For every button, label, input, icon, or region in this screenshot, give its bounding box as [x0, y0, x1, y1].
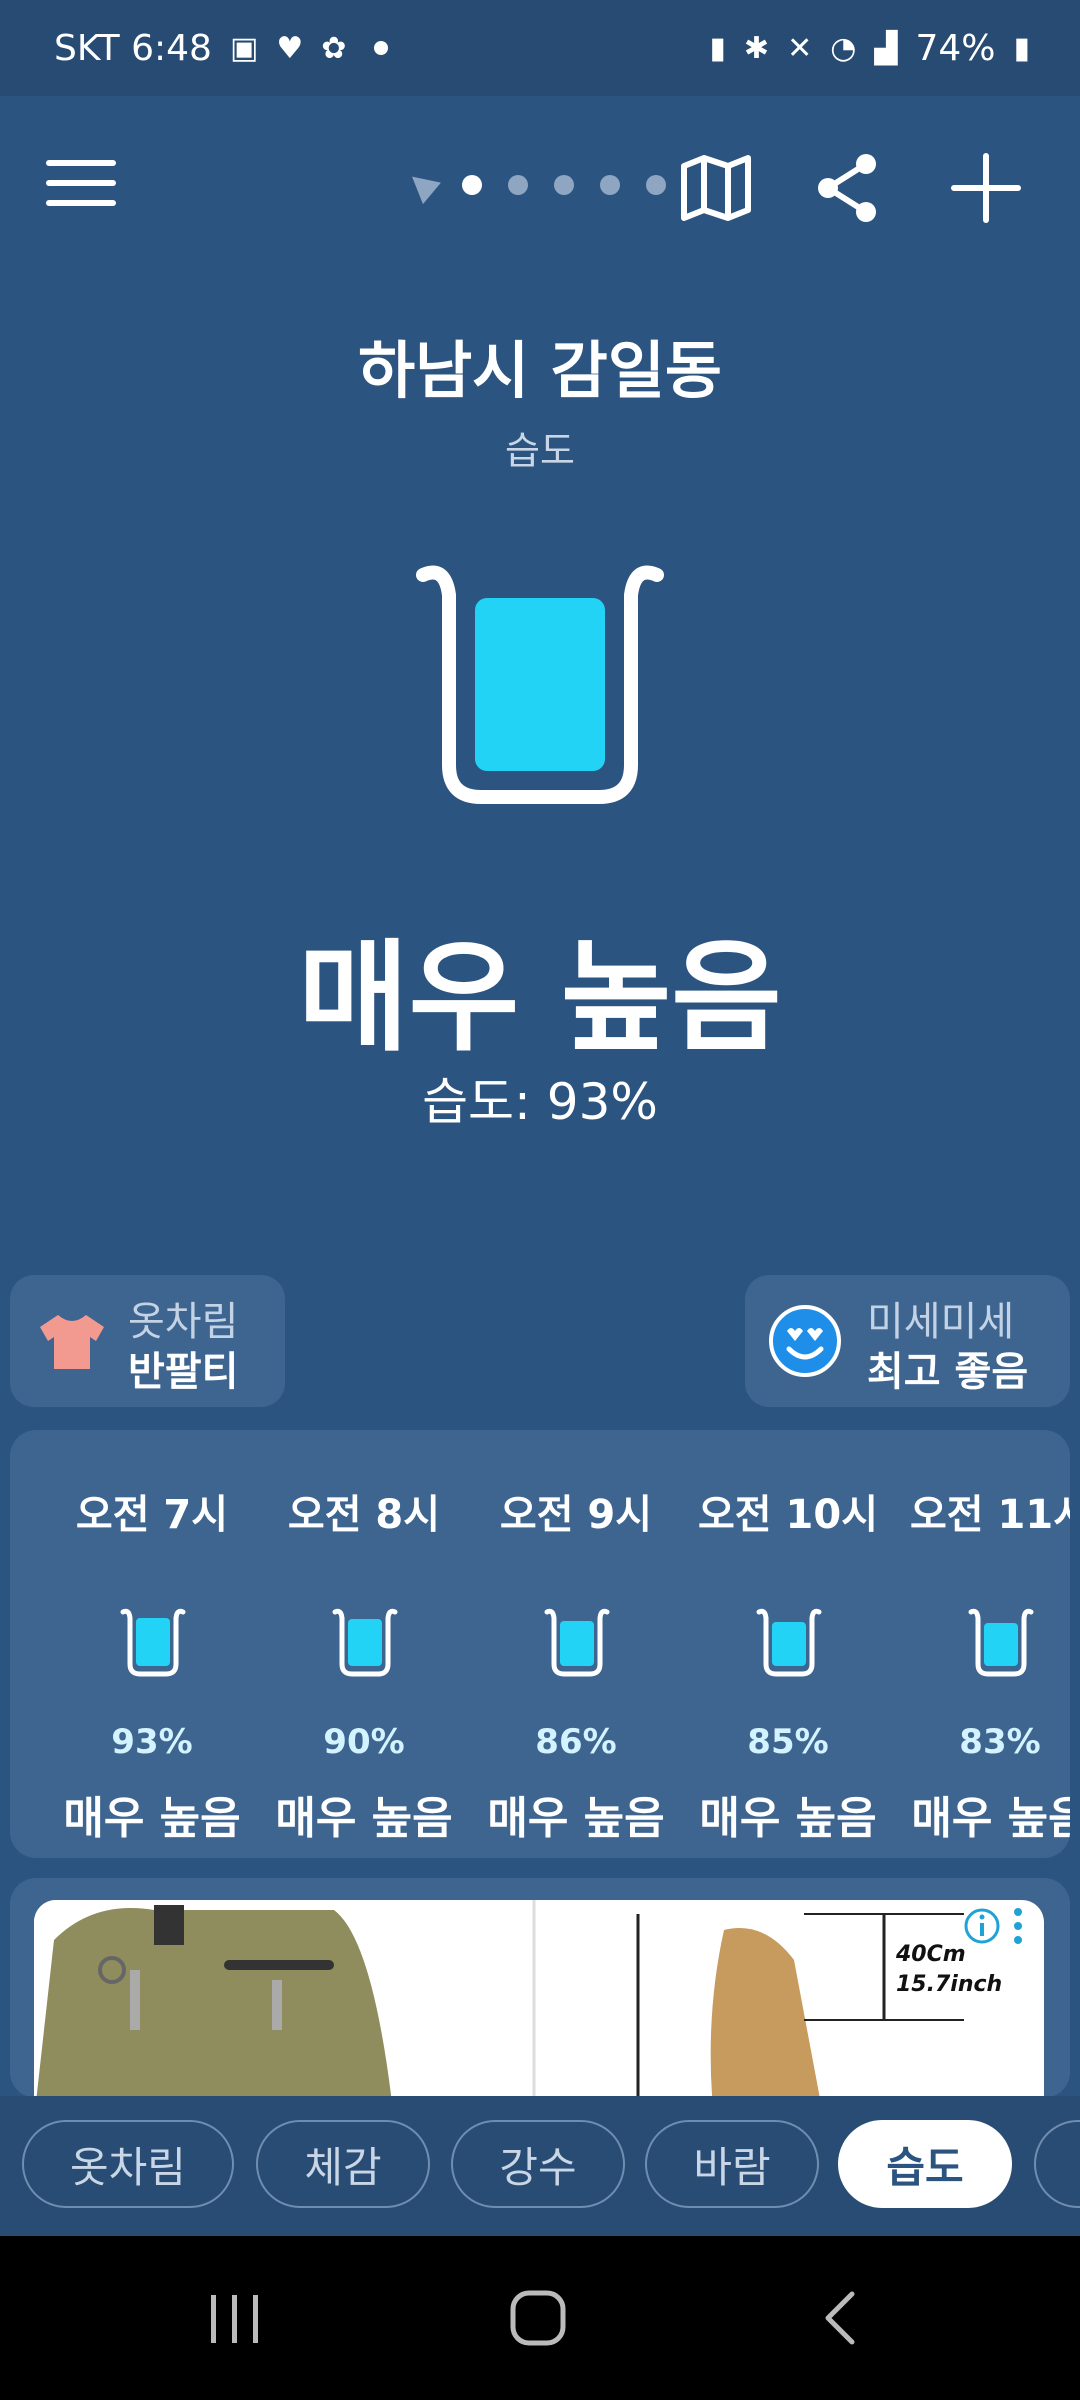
hour-percent: 90% [323, 1722, 405, 1762]
gallery-icon: ▣ [229, 30, 259, 66]
top-bar [0, 130, 1080, 250]
wifi-icon: ◔ [830, 30, 857, 66]
dust-chip[interactable]: 미세미세 최고 좋음 [745, 1275, 1070, 1407]
hour-level: 매우 높음 [487, 1793, 665, 1844]
hour-level: 매우 높음 [63, 1793, 241, 1844]
notification-dot-icon [374, 41, 389, 55]
tab-humidity[interactable]: 습도 [838, 2120, 1012, 2208]
heart-icon: ♥ [276, 30, 304, 66]
glass-icon [544, 1608, 610, 1677]
tab-wind[interactable]: 바람 [645, 2120, 819, 2208]
page-dot [508, 175, 528, 195]
tab-outfit[interactable]: 옷차림 [22, 2120, 234, 2208]
hour-percent: 83% [959, 1722, 1041, 1762]
hour-time: 오전 7시 [75, 1492, 229, 1538]
hour-percent: 93% [111, 1722, 193, 1762]
humidity-level: 매우 높음 [298, 929, 782, 1068]
leaf-icon: ✿ [321, 30, 347, 66]
tab-precipitation[interactable]: 강수 [451, 2120, 625, 2208]
hour-percent: 85% [747, 1722, 829, 1762]
hour-time: 오전 11시 [910, 1492, 1070, 1538]
page-dot [462, 175, 482, 195]
share-icon[interactable] [808, 148, 888, 228]
outfit-value: 반팔티 [128, 1349, 239, 1395]
more-vertical-icon[interactable] [1006, 1904, 1030, 1948]
hour-level: 매우 높음 [699, 1793, 877, 1844]
menu-icon[interactable] [46, 150, 116, 220]
mute-icon: ✕ [787, 30, 813, 66]
category-tabs: 옷차림 체감 강수 바람 습도 [0, 2096, 1080, 2236]
system-nav-bar [0, 2236, 1080, 2400]
location-title[interactable]: 하남시 감일동 [0, 320, 1080, 410]
info-icon[interactable] [962, 1906, 1002, 1946]
tab-next[interactable] [1034, 2120, 1080, 2208]
ad-banner[interactable]: 40Cm 15.7inch [34, 1900, 1044, 2098]
home-icon[interactable] [508, 2288, 568, 2348]
hour-time: 오전 10시 [698, 1492, 878, 1538]
page-subtitle: 습도 [505, 429, 575, 473]
signal-icon: ▟ [874, 30, 898, 66]
map-icon[interactable] [676, 148, 756, 228]
location-arrow-icon [403, 165, 441, 205]
status-bar: SKT 6:48 ▣ ♥ ✿ ▮ ✱ ✕ ◔ ▟ 74% ▮ [0, 0, 1080, 96]
ad-container: 40Cm 15.7inch [10, 1878, 1070, 2098]
glass-icon [120, 1608, 186, 1677]
tab-feels-like[interactable]: 체감 [256, 2120, 430, 2208]
tshirt-icon [40, 1315, 104, 1369]
hourly-forecast[interactable]: 오전 7시 93% 매우 높음 오전 8시 90% 매우 높음 오전 9시 86… [10, 1430, 1070, 1858]
battery-percent: 74% [915, 27, 996, 69]
page-dot [600, 175, 620, 195]
glass-icon [756, 1608, 822, 1677]
page-dot [554, 175, 574, 195]
hour-percent: 86% [535, 1722, 617, 1762]
glass-icon [332, 1608, 398, 1677]
hour-time: 오전 9시 [499, 1492, 653, 1538]
glass-icon [416, 565, 664, 804]
smiley-heart-eyes-icon [769, 1305, 841, 1377]
ad-dimension-inch: 15.7inch [896, 1972, 1003, 1997]
bluetooth-icon: ✱ [743, 30, 770, 66]
battery-icon: ▮ [1013, 30, 1030, 66]
glass-icon [968, 1608, 1034, 1677]
page-indicator [403, 165, 666, 205]
hour-level: 매우 높음 [911, 1793, 1070, 1844]
humidity-value: 습도: 93% [422, 1073, 658, 1131]
hour-time: 오전 8시 [287, 1492, 441, 1538]
battery-saver-icon: ▮ [709, 30, 726, 66]
page-dot [646, 175, 666, 195]
plus-icon[interactable] [946, 148, 1026, 228]
recent-apps-icon[interactable] [205, 2291, 265, 2347]
hour-level: 매우 높음 [275, 1793, 453, 1844]
carrier-time: SKT 6:48 [54, 27, 212, 69]
outfit-chip[interactable]: 옷차림 반팔티 [10, 1275, 285, 1407]
back-icon[interactable] [820, 2288, 860, 2348]
dust-value: 최고 좋음 [867, 1349, 1029, 1395]
ad-image [34, 1900, 964, 2098]
